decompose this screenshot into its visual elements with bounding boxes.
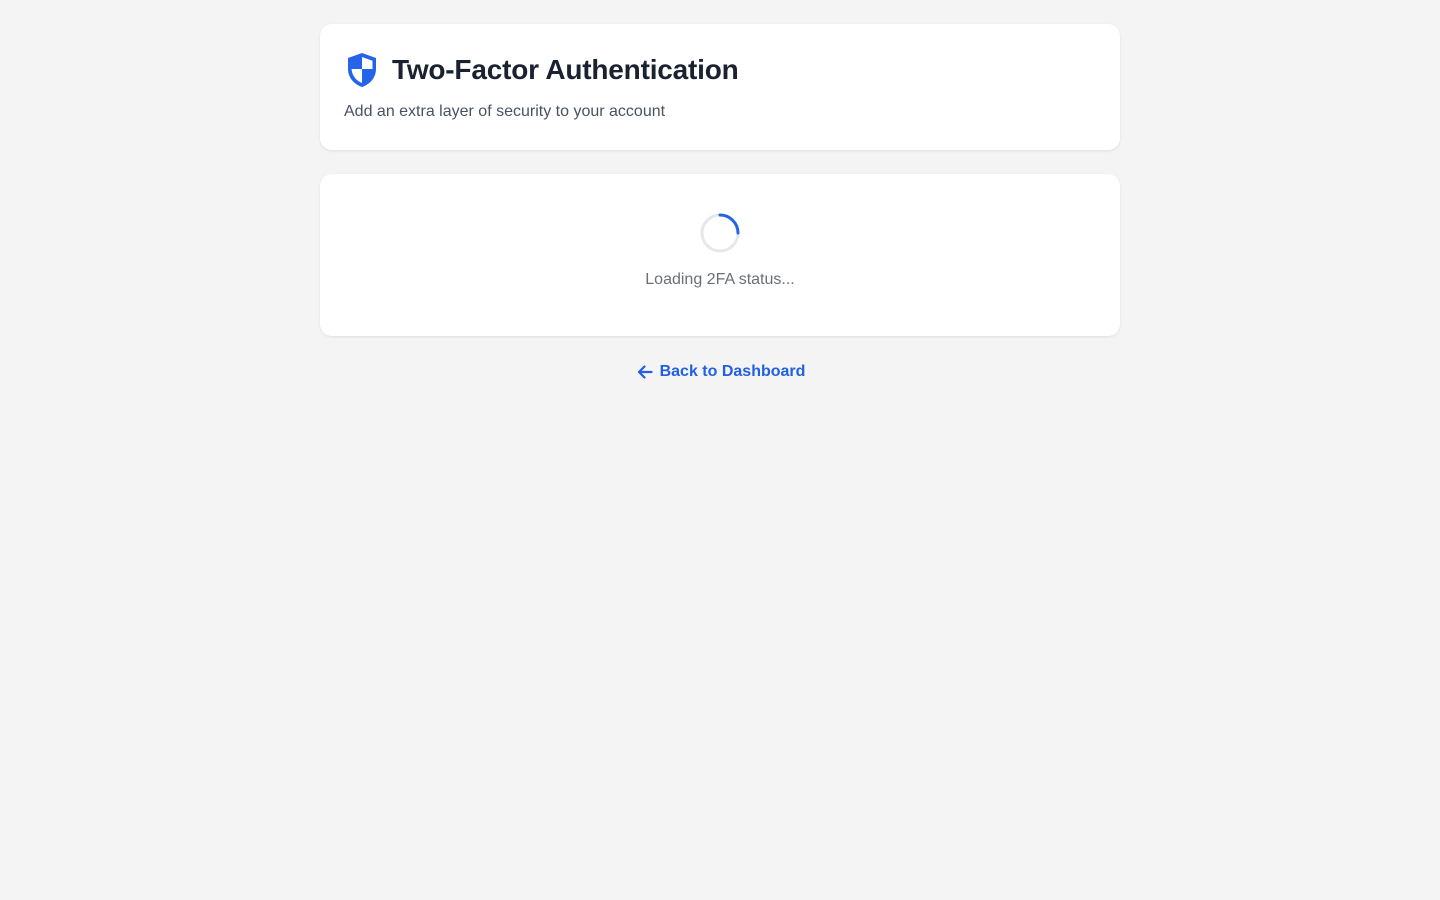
spinner-icon (700, 213, 740, 253)
header-card: Two-Factor Authentication Add an extra l… (320, 24, 1120, 150)
page-container: Two-Factor Authentication Add an extra l… (320, 24, 1120, 382)
back-to-dashboard-link[interactable]: Back to Dashboard (320, 362, 1120, 382)
back-link-label: Back to Dashboard (659, 363, 806, 380)
title-row: Two-Factor Authentication (344, 52, 1096, 88)
shield-icon (344, 52, 380, 88)
status-card: Loading 2FA status... (320, 174, 1120, 336)
page-subtitle: Add an extra layer of security to your a… (344, 103, 666, 120)
page-title: Two-Factor Authentication (392, 54, 739, 85)
arrow-left-icon (635, 362, 655, 382)
loading-status-text: Loading 2FA status... (645, 271, 795, 288)
